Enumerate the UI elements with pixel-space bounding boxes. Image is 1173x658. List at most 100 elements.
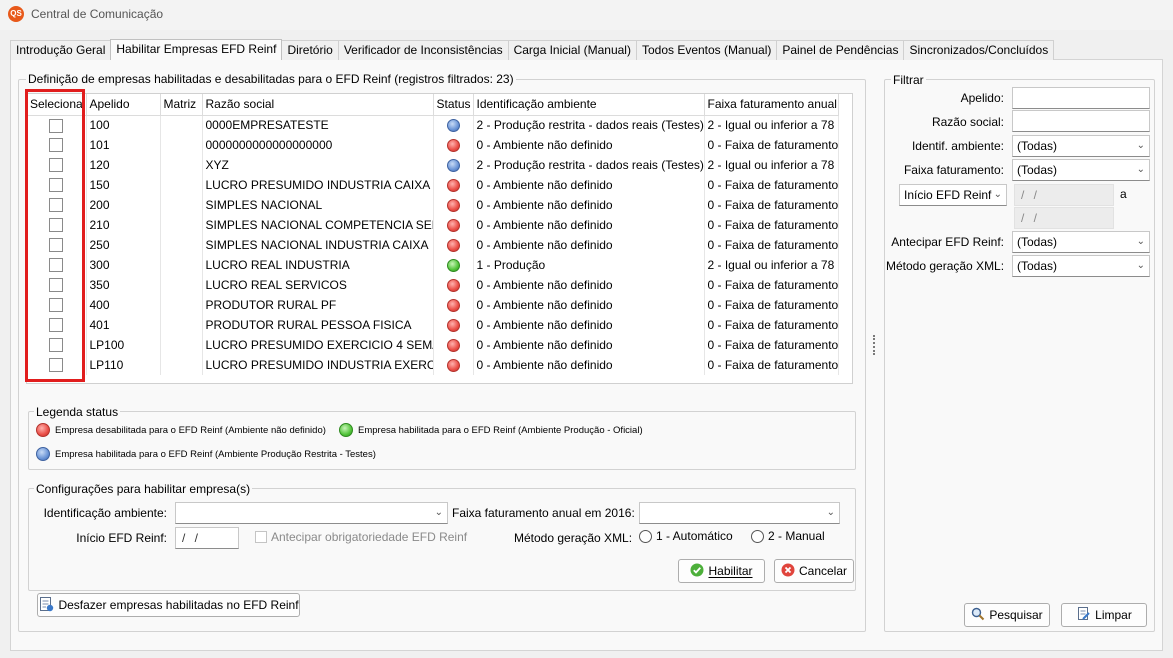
radio-automatico[interactable]: 1 - Automático xyxy=(639,529,733,543)
cell-identificacao-ambiente: 0 - Ambiente não definido xyxy=(473,135,705,155)
red-status-icon xyxy=(446,219,460,233)
table-row[interactable]: 300 LUCRO REAL INDUSTRIA 1 - Produção 2 - I… xyxy=(27,255,839,275)
cell-matriz xyxy=(160,315,203,335)
cell-status xyxy=(433,295,474,315)
eraser-document-icon xyxy=(1076,606,1091,624)
col-header-status[interactable]: Status xyxy=(433,94,474,116)
habilitar-button[interactable]: Habilitar xyxy=(678,559,765,583)
cell-identificacao-ambiente: 1 - Produção xyxy=(473,255,705,275)
filter-ambiente-select[interactable]: (Todas) ⌄ xyxy=(1012,135,1150,157)
col-header-identificacao-ambiente[interactable]: Identificação ambiente xyxy=(473,94,705,116)
cell-matriz xyxy=(160,235,203,255)
filter-date-from-input[interactable]: / / xyxy=(1014,184,1114,206)
cancelar-button[interactable]: Cancelar xyxy=(774,559,854,583)
table-row[interactable]: 210 SIMPLES NACIONAL COMPETENCIA SERVICO 0… xyxy=(27,215,839,235)
tab-diretorio[interactable]: Diretório xyxy=(281,40,339,60)
tab-carga-inicial[interactable]: Carga Inicial (Manual) xyxy=(507,40,637,60)
table-row[interactable]: 401 PRODUTOR RURAL PESSOA FISICA 0 - Ambie… xyxy=(27,315,839,335)
grid-header-row: Seleciona Apelido Matriz Razão social St… xyxy=(27,94,839,116)
green-status-icon xyxy=(339,423,353,437)
green-status-icon xyxy=(446,259,460,273)
filter-metodo-select[interactable]: (Todas) ⌄ xyxy=(1012,255,1150,277)
tab-todos-eventos[interactable]: Todos Eventos (Manual) xyxy=(635,40,778,60)
red-status-icon xyxy=(446,339,460,353)
table-row[interactable]: LP110 LUCRO PRESUMIDO INDUSTRIA EXERCICIO… xyxy=(27,355,839,375)
red-status-icon xyxy=(446,139,460,153)
config-faixa-select[interactable]: ⌄ xyxy=(639,502,840,524)
cell-matriz xyxy=(160,155,203,175)
tab-sincronizados[interactable]: Sincronizados/Concluídos xyxy=(903,40,1055,60)
table-row[interactable]: 350 LUCRO REAL SERVICOS 0 - Ambiente não d… xyxy=(27,275,839,295)
cell-apelido: 210 xyxy=(86,215,161,235)
companies-group-title: Definição de empresas habilitadas e desa… xyxy=(26,72,516,86)
limpar-button[interactable]: Limpar xyxy=(1061,603,1147,627)
filter-date-to-input[interactable]: / / xyxy=(1014,207,1114,229)
col-header-razao-social[interactable]: Razão social xyxy=(202,94,434,116)
companies-grid[interactable]: Seleciona Apelido Matriz Razão social St… xyxy=(26,93,853,384)
cell-matriz xyxy=(160,215,203,235)
table-row[interactable]: 400 PRODUTOR RURAL PF 0 - Ambiente não def… xyxy=(27,295,839,315)
table-row[interactable]: 101 0000000000000000000 0 - Ambiente não d… xyxy=(27,135,839,155)
tab-habilitar-empresas[interactable]: Habilitar Empresas EFD Reinf xyxy=(110,39,283,60)
filter-antecipar-select[interactable]: (Todas) ⌄ xyxy=(1012,231,1150,253)
splitter-grip[interactable] xyxy=(873,335,875,355)
filter-apelido-input[interactable] xyxy=(1012,87,1150,109)
cell-razao-social: 0000EMPRESATESTE xyxy=(202,115,434,135)
table-row[interactable]: LP100 LUCRO PRESUMIDO EXERCICIO 4 SEMANAS… xyxy=(27,335,839,355)
red-status-icon xyxy=(446,279,460,293)
cell-matriz xyxy=(160,335,203,355)
cell-status xyxy=(433,115,474,135)
cell-apelido: LP110 xyxy=(86,355,161,375)
cell-razao-social: LUCRO PRESUMIDO INDUSTRIA CAIXA xyxy=(202,175,434,195)
tab-verificador[interactable]: Verificador de Inconsistências xyxy=(337,40,509,60)
habilitar-label: Habilitar xyxy=(708,564,753,578)
col-header-apelido[interactable]: Apelido xyxy=(86,94,161,116)
chevron-down-icon: ⌄ xyxy=(993,189,1002,200)
table-row[interactable]: 150 LUCRO PRESUMIDO INDUSTRIA CAIXA 0 - Am… xyxy=(27,175,839,195)
red-status-icon xyxy=(36,423,50,437)
config-inicio-date-input[interactable]: / / xyxy=(175,527,239,549)
cell-identificacao-ambiente: 0 - Ambiente não definido xyxy=(473,335,705,355)
pesquisar-button[interactable]: Pesquisar xyxy=(964,603,1050,627)
cell-identificacao-ambiente: 0 - Ambiente não definido xyxy=(473,315,705,335)
legend-label-blue: Empresa habilitada para o EFD Reinf (Amb… xyxy=(55,448,376,460)
config-antecipar-checkbox[interactable]: Antecipar obrigatoriedade EFD Reinf xyxy=(255,530,467,544)
cell-faixa-faturamento: 2 - Igual ou inferior a 78 milhões xyxy=(704,255,839,275)
filter-razao-input[interactable] xyxy=(1012,110,1150,132)
red-status-icon xyxy=(446,179,460,193)
cell-faixa-faturamento: 0 - Faixa de faturamento não definida xyxy=(704,195,839,215)
window-title: Central de Comunicação xyxy=(31,7,164,21)
filter-faixa-select[interactable]: (Todas) ⌄ xyxy=(1012,159,1150,181)
config-metodo-label: Método geração XML: xyxy=(514,531,633,545)
table-row[interactable]: 200 SIMPLES NACIONAL 0 - Ambiente não defi… xyxy=(27,195,839,215)
cell-identificacao-ambiente: 0 - Ambiente não definido xyxy=(473,275,705,295)
cell-apelido: 300 xyxy=(86,255,161,275)
cell-razao-social: SIMPLES NACIONAL COMPETENCIA SERVICO xyxy=(202,215,434,235)
tab-painel-pendencias[interactable]: Painel de Pendências xyxy=(776,40,905,60)
tab-introducao-geral[interactable]: Introdução Geral xyxy=(10,40,112,60)
table-row[interactable]: 100 0000EMPRESATESTE 2 - Produção restrita… xyxy=(27,115,839,135)
cell-matriz xyxy=(160,195,203,215)
desfazer-button[interactable]: Desfazer empresas habilitadas no EFD Rei… xyxy=(37,593,300,617)
filter-metodo-value: (Todas) xyxy=(1017,259,1058,273)
blue-status-icon xyxy=(446,159,460,173)
config-ambiente-select[interactable]: ⌄ xyxy=(175,502,448,524)
cell-identificacao-ambiente: 0 - Ambiente não definido xyxy=(473,215,705,235)
col-header-matriz[interactable]: Matriz xyxy=(160,94,203,116)
col-header-faixa-faturamento[interactable]: Faixa faturamento anual xyxy=(704,94,839,116)
radio-icon xyxy=(751,529,764,543)
app-icon: QS xyxy=(8,6,24,22)
cell-status xyxy=(433,195,474,215)
radio-automatico-label: 1 - Automático xyxy=(656,529,733,543)
cell-matriz xyxy=(160,175,203,195)
cell-apelido: 100 xyxy=(86,115,161,135)
cell-identificacao-ambiente: 2 - Produção restrita - dados reais (Tes… xyxy=(473,115,705,135)
chevron-down-icon: ⌄ xyxy=(1136,164,1145,175)
filter-date-sep: a xyxy=(1120,187,1127,201)
table-row[interactable]: 120 XYZ 2 - Produção restrita - dados reai… xyxy=(27,155,839,175)
checkbox-icon xyxy=(255,531,267,543)
table-row[interactable]: 250 SIMPLES NACIONAL INDUSTRIA CAIXA 0 - A… xyxy=(27,235,839,255)
filter-faixa-label: Faixa faturamento: xyxy=(903,163,1004,177)
radio-manual[interactable]: 2 - Manual xyxy=(751,529,825,543)
filter-inicio-select[interactable]: Início EFD Reinf ⌄ xyxy=(899,184,1007,206)
